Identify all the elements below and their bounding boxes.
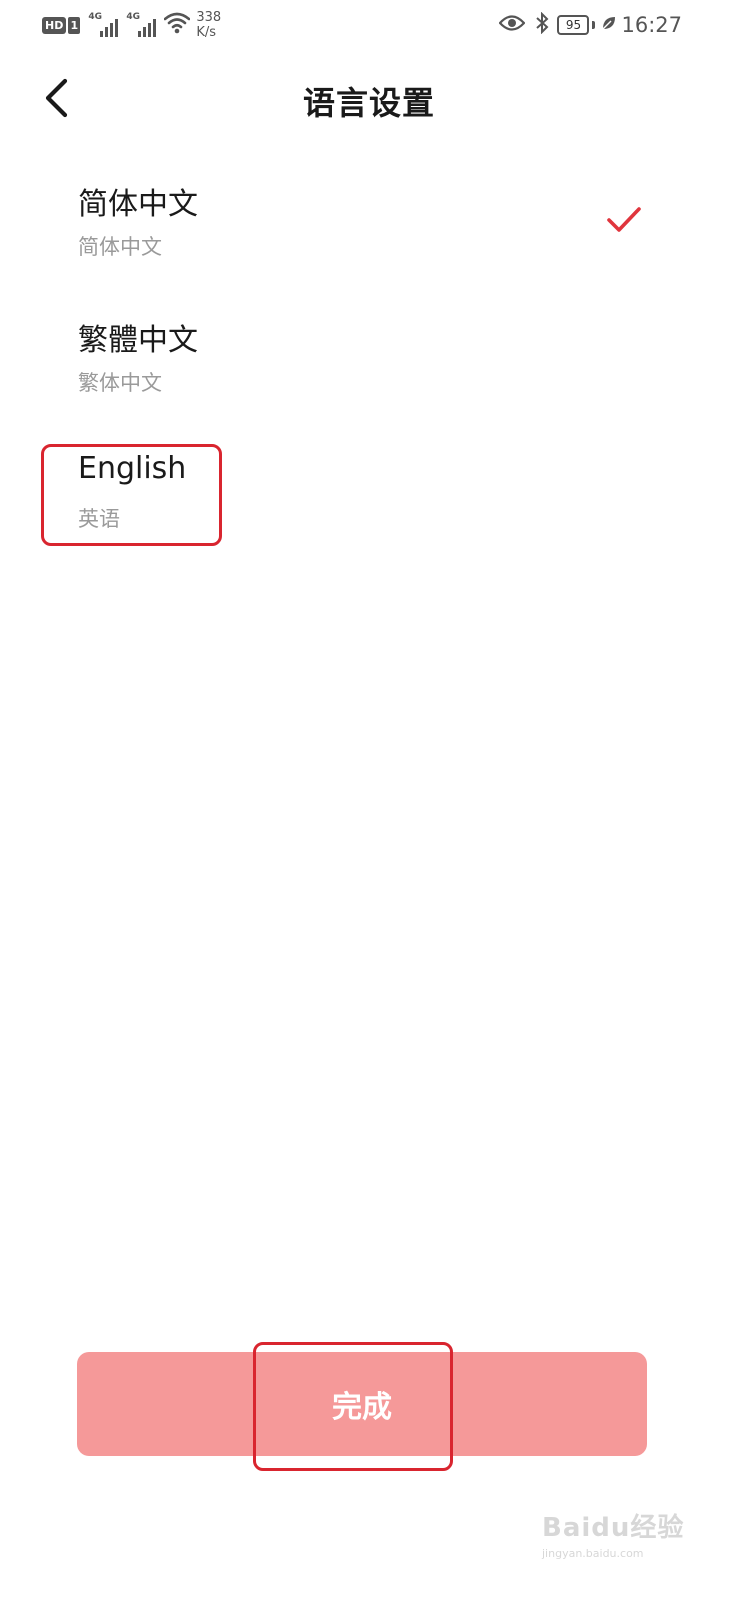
status-left: HD 1 4G 4G 338 K/s <box>42 10 221 40</box>
network-type-2: 4G <box>126 12 140 22</box>
language-option-simplified-chinese[interactable]: 简体中文 简体中文 <box>0 165 738 301</box>
checkmark-icon <box>607 207 641 232</box>
hd-badge: HD <box>42 16 67 34</box>
signal-icon: 4G <box>126 12 157 37</box>
eye-icon <box>498 14 526 36</box>
network-speed: 338 K/s <box>196 10 221 40</box>
clock: 16:27 <box>621 13 682 37</box>
status-bar: HD 1 4G 4G 338 K/s 95 16:27 <box>0 0 738 50</box>
speed-value: 338 <box>196 10 222 25</box>
battery-icon: 95 <box>557 15 590 35</box>
language-native-name: 简体中文 <box>78 187 198 222</box>
status-right: 95 16:27 <box>498 11 682 38</box>
battery-terminal <box>592 21 596 29</box>
watermark: Baidu经验 jingyan.baidu.com <box>542 1495 685 1565</box>
language-chinese-name: 简体中文 <box>78 235 162 259</box>
leaf-icon <box>601 15 617 35</box>
language-option-traditional-chinese[interactable]: 繁體中文 繁体中文 <box>0 301 738 437</box>
sim-badge: 1 <box>68 16 81 34</box>
highlight-box-done <box>253 1342 453 1471</box>
app-header: 语言设置 <box>0 60 738 140</box>
signal-icon: 4G <box>88 12 119 37</box>
language-native-name: 繁體中文 <box>78 323 198 358</box>
watermark-url: jingyan.baidu.com <box>542 1547 644 1560</box>
bluetooth-icon <box>535 11 549 38</box>
network-type-1: 4G <box>88 12 102 22</box>
watermark-text: Baidu经验 <box>542 1513 685 1543</box>
page-title: 语言设置 <box>302 84 435 122</box>
language-chinese-name: 繁体中文 <box>78 371 162 395</box>
speed-unit: K/s <box>196 25 217 40</box>
wifi-icon <box>164 12 191 38</box>
highlight-box-english <box>41 444 222 546</box>
